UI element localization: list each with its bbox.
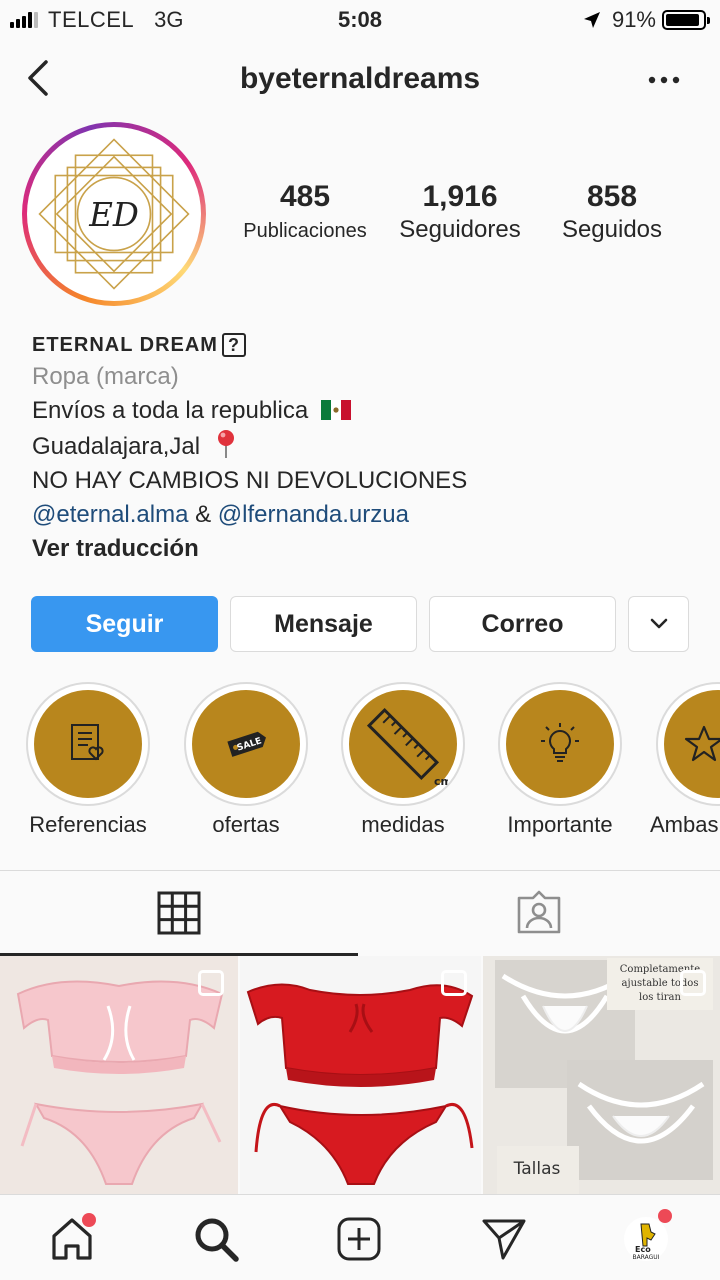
profile-tabs [0,870,720,956]
svg-text:ED: ED [88,196,139,234]
multiple-photos-icon [680,970,706,996]
bio-line: NO HAY CAMBIOS NI DEVOLUCIONES [32,467,468,494]
mention-separator: & [188,501,218,528]
bio-text: Guadalajara,Jal [32,433,201,460]
email-button[interactable]: Correo [429,596,616,652]
highlight-label: medidas [361,812,445,837]
highlight-ambas[interactable]: Ambas [650,682,720,838]
mention-link[interactable]: @lfernanda.urzua [218,501,409,528]
profile-name-row: ETERNAL DREAM ? [32,330,692,360]
post-thumbnail[interactable]: Completamente ajustable todos los tiran Ta… [483,956,720,1194]
stat-following[interactable]: 858 Seguidos [542,180,682,244]
direct-send-icon [482,1219,526,1260]
eternal-dream-logo: ED [33,133,195,295]
mexico-flag-icon [320,400,351,420]
svg-text:Tallas: Tallas [513,1159,561,1179]
stat-followers[interactable]: 1,916 Seguidores [385,180,535,244]
stat-value: 858 [586,180,638,213]
highlight-medidas[interactable]: cm medidas [341,682,465,838]
sale-tag-icon: SALE [227,731,266,757]
search-icon [195,1218,239,1262]
nav-home[interactable] [44,1211,100,1267]
ruler-icon: cm [366,707,448,788]
bio-line: Envíos a toda la republica [32,394,692,428]
location-arrow-icon [583,12,600,28]
profile-stats: 485 Publicaciones 1,916 Seguidores 858 S… [230,180,700,260]
stat-posts[interactable]: 485 Publicaciones [230,180,380,243]
stat-label: Seguidores [399,216,521,243]
profile-bio: ETERNAL DREAM ? Ropa (marca) Envíos a to… [32,330,692,566]
tagged-person-icon [517,890,561,934]
nav-search[interactable] [188,1211,244,1267]
stat-value: 1,916 [422,180,498,213]
profile-category: Ropa (marca) [32,363,179,390]
highlight-ofertas[interactable]: SALE ofertas [184,682,308,838]
translate-link[interactable]: Ver traducción [32,532,692,566]
svg-text:BARAGUI: BARAGUI [633,1254,660,1261]
follow-button[interactable]: Seguir [31,596,218,652]
message-button[interactable]: Mensaje [230,596,417,652]
notification-dot [82,1213,96,1227]
more-horizontal-icon [648,76,680,84]
star-icon [684,725,720,762]
highlight-label: ofertas [212,812,280,837]
stat-label: Seguidos [561,216,663,243]
status-bar: TELCEL 3G 5:08 91% [0,0,720,40]
stat-label: Publicaciones [243,220,367,242]
suggestions-dropdown-button[interactable] [628,596,689,652]
header-username: byeternaldreams [239,62,481,95]
highlight-label: Ambas [650,812,719,837]
mention-link[interactable]: @eternal.alma [32,501,188,528]
bio-line: Guadalajara,Jal [32,428,692,464]
clipboard-heart-icon [71,724,104,761]
nav-new-post[interactable] [331,1211,387,1267]
round-pushpin-icon [217,430,234,458]
bio-mentions: @eternal.alma & @lfernanda.urzua [32,498,692,532]
tab-tagged[interactable] [358,871,720,955]
avatar: ED [33,133,195,295]
multiple-photos-icon [441,970,467,996]
highlight-label: Importante [507,812,613,837]
post-thumbnail[interactable] [240,956,481,1194]
new-post-icon [337,1217,381,1261]
bio-text: Envíos a toda la republica [32,397,309,424]
svg-text:cm: cm [434,775,448,788]
avatar-story-ring[interactable]: ED [22,122,206,306]
highlight-label: Referencias [29,812,147,837]
chevron-down-icon [650,618,667,629]
svg-text:Eco: Eco [635,1245,651,1254]
name-badge: ? [221,333,246,357]
post-thumbnail[interactable] [0,956,238,1194]
tab-grid[interactable] [0,871,358,955]
highlight-referencias[interactable]: Referencias [26,682,150,838]
highlight-importante[interactable]: Importante [498,682,622,838]
lightbulb-icon [541,723,579,762]
battery-icon [662,10,710,30]
more-options-button[interactable] [644,68,684,92]
profile-header: byeternaldreams [0,50,720,110]
profile-name: ETERNAL DREAM [32,334,218,356]
grid-icon [157,891,201,935]
nav-profile[interactable]: Eco BARAGUI [618,1209,674,1267]
battery-percent: 91% [611,7,656,32]
bottom-nav: Eco BARAGUI [0,1194,720,1280]
stat-value: 485 [279,180,331,213]
multiple-photos-icon [198,970,224,996]
nav-activity[interactable] [476,1211,532,1267]
notification-dot [658,1209,672,1223]
posts-grid: Completamente ajustable todos los tiran Ta… [0,956,720,1194]
